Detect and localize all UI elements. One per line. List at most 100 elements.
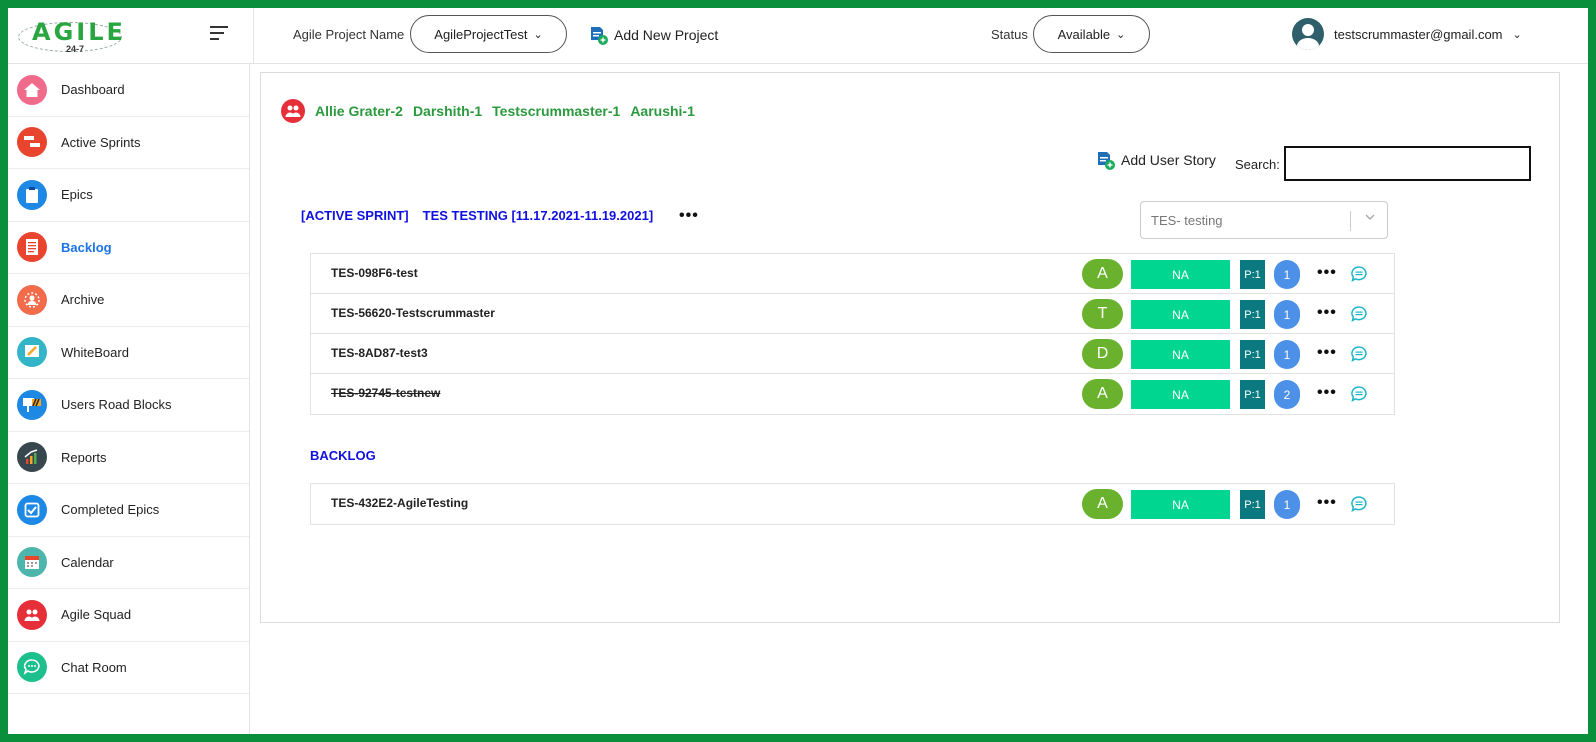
backlog-panel: Allie Grater-2 Darshith-1 Testscrummaste… <box>260 72 1560 623</box>
team-member[interactable]: Testscrummaster-1 <box>492 103 620 119</box>
story-status-badge[interactable]: NA <box>1131 490 1230 519</box>
priority-badge: P:1 <box>1240 260 1265 289</box>
sidebar-item-label: Backlog <box>61 239 112 255</box>
sidebar-item-dashboard[interactable]: Dashboard <box>8 64 249 117</box>
status-select-value: Available <box>1057 26 1111 42</box>
story-title[interactable]: TES-8AD87-test3 <box>331 346 428 360</box>
assignee-avatar[interactable]: D <box>1082 339 1123 369</box>
sidebar-item-label: Archive <box>61 292 105 308</box>
logo-subtext: 24-7 <box>66 44 85 54</box>
sprint-tag: [ACTIVE SPRINT] <box>301 208 409 223</box>
story-row[interactable]: TES-92745-testnew A NA P:1 2 ••• <box>311 374 1394 414</box>
sidebar-item-completed-epics[interactable]: Completed Epics <box>8 484 249 537</box>
sidebar-item-label: Users Road Blocks <box>61 397 172 413</box>
sidebar-item-label: Reports <box>61 449 107 465</box>
story-status-badge[interactable]: NA <box>1131 260 1230 289</box>
story-count-badge: 1 <box>1274 300 1300 329</box>
home-icon <box>17 74 47 105</box>
chevron-down-icon: ⌄ <box>533 28 543 41</box>
backlog-heading: BACKLOG <box>310 448 376 463</box>
sidebar-item-archive[interactable]: Archive <box>8 274 249 327</box>
chevron-down-icon: ⌄ <box>1512 28 1522 41</box>
story-title[interactable]: TES-92745-testnew <box>331 386 440 400</box>
completed-icon <box>17 494 47 525</box>
add-user-story-label: Add User Story <box>1121 152 1216 168</box>
project-select-value: AgileProjectTest <box>434 26 528 42</box>
sidebar-item-label: Calendar <box>61 554 114 570</box>
add-story-icon <box>1098 152 1115 170</box>
add-user-story-button[interactable]: Add User Story <box>1095 149 1216 171</box>
logo-text: AGILE <box>32 18 126 46</box>
team-icon <box>281 99 305 123</box>
agile-logo[interactable]: AGILE 24-7 <box>18 16 124 54</box>
comment-icon[interactable] <box>1350 305 1368 323</box>
comment-icon[interactable] <box>1350 385 1368 403</box>
sidebar-item-label: Dashboard <box>61 82 125 98</box>
chevron-down-icon: ⌄ <box>1116 28 1126 41</box>
sidebar-item-whiteboard[interactable]: WhiteBoard <box>8 327 249 379</box>
sidebar-item-epics[interactable]: Epics <box>8 169 249 222</box>
story-menu-button[interactable]: ••• <box>1317 384 1337 402</box>
story-row[interactable]: TES-432E2-AgileTesting A NA P:1 1 ••• <box>311 484 1394 524</box>
sprint-select[interactable]: TES- testing <box>1140 201 1388 239</box>
sidebar-item-agile-squad[interactable]: Agile Squad <box>8 589 249 642</box>
story-menu-button[interactable]: ••• <box>1317 304 1337 322</box>
story-status-badge[interactable]: NA <box>1131 300 1230 329</box>
sprints-icon <box>17 127 47 158</box>
user-email: testscrummaster@gmail.com <box>1334 26 1503 42</box>
chevron-down-icon <box>1365 214 1375 221</box>
priority-badge: P:1 <box>1240 380 1265 409</box>
comment-icon[interactable] <box>1350 345 1368 363</box>
story-title[interactable]: TES-098F6-test <box>331 266 418 280</box>
archive-icon <box>17 284 47 315</box>
user-menu[interactable]: testscrummaster@gmail.com ⌄ <box>1292 18 1522 50</box>
search-input[interactable] <box>1284 146 1531 181</box>
story-count-badge: 2 <box>1274 380 1300 409</box>
sidebar-item-active-sprints[interactable]: Active Sprints <box>8 117 249 169</box>
search-label: Search: <box>1235 157 1280 172</box>
menu-toggle-icon[interactable] <box>210 26 228 42</box>
team-member[interactable]: Aarushi-1 <box>630 103 695 119</box>
comment-icon[interactable] <box>1350 265 1368 283</box>
team-member[interactable]: Darshith-1 <box>413 103 482 119</box>
story-row[interactable]: TES-56620-Testscrummaster T NA P:1 1 ••• <box>311 294 1394 334</box>
comment-icon[interactable] <box>1350 495 1368 513</box>
user-avatar <box>1292 18 1324 50</box>
story-count-badge: 1 <box>1274 490 1300 519</box>
sidebar-item-calendar[interactable]: Calendar <box>8 537 249 589</box>
assignee-avatar[interactable]: A <box>1082 259 1123 289</box>
backlog-story-list: TES-432E2-AgileTesting A NA P:1 1 ••• <box>310 483 1395 525</box>
project-select[interactable]: AgileProjectTest ⌄ <box>410 15 567 53</box>
sidebar-item-users-road-blocks[interactable]: Users Road Blocks <box>8 379 249 432</box>
story-menu-button[interactable]: ••• <box>1317 344 1337 362</box>
story-status-badge[interactable]: NA <box>1131 340 1230 369</box>
story-title[interactable]: TES-56620-Testscrummaster <box>331 306 495 320</box>
team-member[interactable]: Allie Grater-2 <box>315 103 403 119</box>
sidebar-item-backlog[interactable]: Backlog <box>8 222 249 274</box>
sidebar-item-label: WhiteBoard <box>61 344 129 360</box>
story-row[interactable]: TES-098F6-test A NA P:1 1 ••• <box>311 254 1394 294</box>
sprint-name[interactable]: TES TESTING [11.17.2021-11.19.2021] <box>423 208 654 223</box>
assignee-avatar[interactable]: A <box>1082 489 1123 519</box>
story-count-badge: 1 <box>1274 340 1300 369</box>
add-project-icon <box>591 27 608 45</box>
sidebar-item-label: Chat Room <box>61 659 127 675</box>
add-new-project-button[interactable]: Add New Project <box>588 24 718 46</box>
priority-badge: P:1 <box>1240 490 1265 519</box>
sidebar-item-reports[interactable]: Reports <box>8 432 249 484</box>
assignee-avatar[interactable]: A <box>1082 379 1123 409</box>
story-status-badge[interactable]: NA <box>1131 380 1230 409</box>
story-menu-button[interactable]: ••• <box>1317 494 1337 512</box>
story-title[interactable]: TES-432E2-AgileTesting <box>331 496 468 510</box>
logo-area: AGILE 24-7 <box>8 8 254 64</box>
reports-icon <box>17 442 47 473</box>
sprint-select-value: TES- testing <box>1151 212 1223 228</box>
story-menu-button[interactable]: ••• <box>1317 264 1337 282</box>
sprint-menu-button[interactable]: ••• <box>679 207 699 225</box>
assignee-avatar[interactable]: T <box>1082 299 1123 329</box>
story-row[interactable]: TES-8AD87-test3 D NA P:1 1 ••• <box>311 334 1394 374</box>
project-name-label: Agile Project Name <box>293 27 405 42</box>
status-select[interactable]: Available ⌄ <box>1033 15 1150 53</box>
team-members: Allie Grater-2 Darshith-1 Testscrummaste… <box>281 99 695 123</box>
sidebar-item-chat-room[interactable]: Chat Room <box>8 642 249 694</box>
